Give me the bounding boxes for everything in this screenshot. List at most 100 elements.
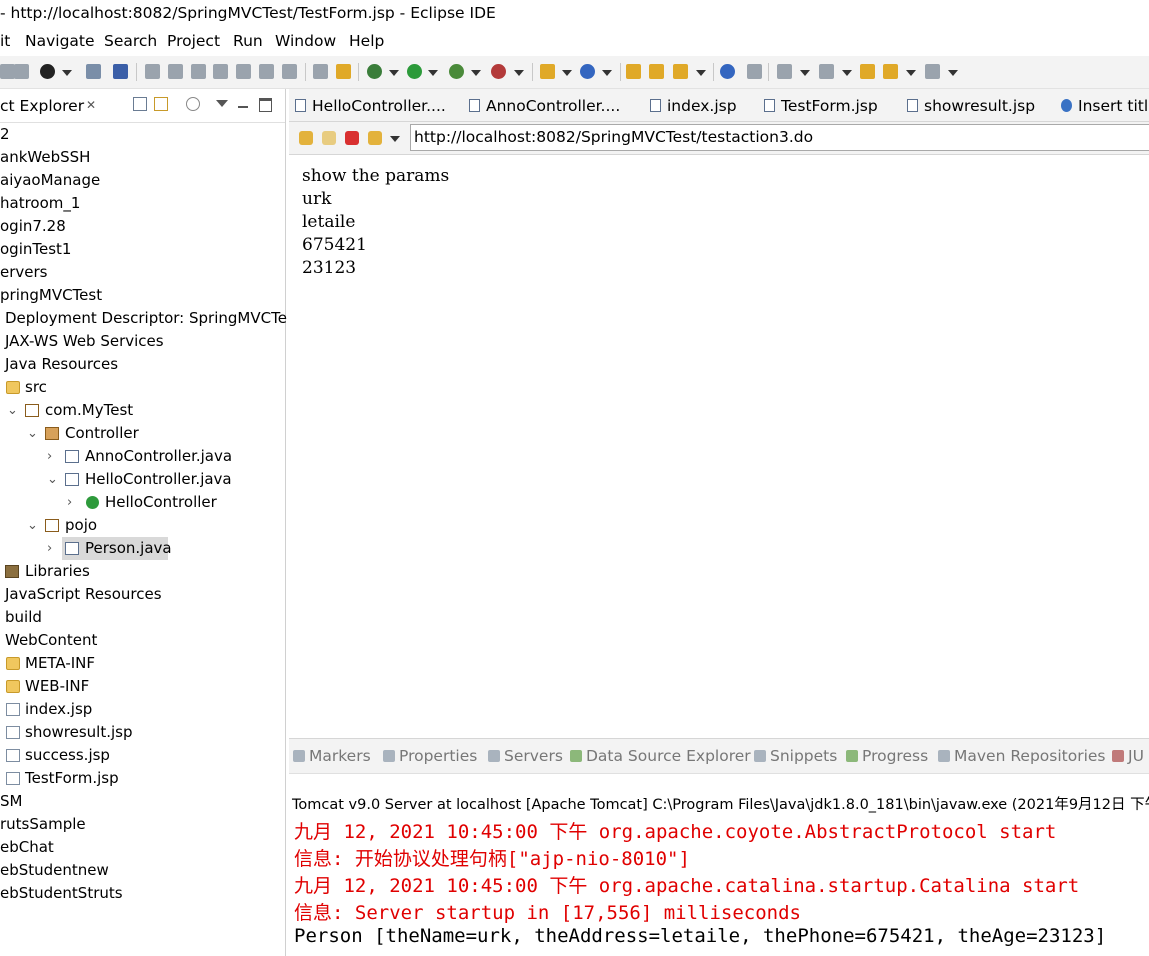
step-return-icon[interactable] — [282, 64, 297, 79]
chevron-down-icon[interactable] — [428, 70, 438, 76]
pin-icon[interactable] — [747, 64, 762, 79]
menu-edit[interactable]: it — [0, 32, 10, 50]
tree-item[interactable]: › HelloController — [0, 491, 285, 514]
menu-help[interactable]: Help — [349, 32, 384, 50]
filter-icon[interactable] — [186, 97, 200, 111]
tree-item[interactable]: Deployment Descriptor: SpringMVCTe — [0, 307, 287, 330]
search-run-icon[interactable] — [673, 64, 688, 79]
tree-item[interactable]: build — [0, 606, 285, 629]
tree-item[interactable]: ankWebSSH — [0, 146, 285, 169]
tree-item[interactable]: Libraries — [0, 560, 285, 583]
chevron-down-icon[interactable]: ⌄ — [7, 399, 18, 422]
tree-item[interactable]: ogin7.28 — [0, 215, 285, 238]
tab-index-jsp[interactable]: index.jsp — [650, 97, 737, 115]
project-explorer-title[interactable]: ct Explorer — [0, 97, 84, 115]
tree-item[interactable]: › Person.java — [0, 537, 285, 560]
tree-item[interactable]: META-INF — [0, 652, 285, 675]
chevron-down-icon[interactable] — [390, 136, 400, 142]
menu-run[interactable]: Run — [233, 32, 263, 50]
chevron-down-icon[interactable] — [948, 70, 958, 76]
chevron-down-icon[interactable] — [389, 70, 399, 76]
tab-junit[interactable]: JU — [1112, 747, 1144, 765]
tree-item[interactable]: ⌄ HelloController.java — [0, 468, 285, 491]
tree-item[interactable]: JavaScript Resources — [0, 583, 285, 606]
tree-item[interactable]: ⌄ com.MyTest — [0, 399, 285, 422]
tab-testform-jsp[interactable]: TestForm.jsp — [764, 97, 878, 115]
tab-data-source-explorer[interactable]: Data Source Explorer — [570, 747, 751, 765]
menu-project[interactable]: Project — [167, 32, 220, 50]
minimize-icon[interactable] — [238, 106, 248, 108]
tree-item[interactable]: index.jsp — [0, 698, 285, 721]
collapse-all-icon[interactable] — [133, 97, 147, 111]
format-icon[interactable] — [313, 64, 328, 79]
chevron-down-icon[interactable] — [800, 70, 810, 76]
save-all-icon[interactable] — [14, 64, 29, 79]
new-class-icon[interactable] — [580, 64, 595, 79]
chevron-right-icon[interactable]: › — [47, 537, 52, 560]
chevron-down-icon[interactable]: ⌄ — [47, 468, 58, 491]
chevron-down-icon[interactable] — [471, 70, 481, 76]
tree-item[interactable]: WEB-INF — [0, 675, 285, 698]
tree-item[interactable]: ⌄ pojo — [0, 514, 285, 537]
forward-icon[interactable] — [925, 64, 940, 79]
tab-snippets[interactable]: Snippets — [754, 747, 837, 765]
tab-markers[interactable]: Markers — [293, 747, 371, 765]
tab-annocontroller[interactable]: AnnoController.... — [469, 97, 620, 115]
stop-icon[interactable] — [345, 131, 359, 145]
tree-item[interactable]: ⌄ Controller — [0, 422, 285, 445]
chevron-down-icon[interactable] — [842, 70, 852, 76]
link-editor-icon[interactable] — [154, 97, 168, 111]
step-over-icon[interactable] — [259, 64, 274, 79]
chevron-down-icon[interactable]: ⌄ — [27, 422, 38, 445]
open-type-icon[interactable] — [626, 64, 641, 79]
chevron-down-icon[interactable] — [696, 70, 706, 76]
open-folder-icon[interactable] — [649, 64, 664, 79]
tree-item[interactable]: rutsSample — [0, 813, 285, 836]
run-server-icon[interactable] — [449, 64, 464, 79]
tree-item[interactable]: › AnnoController.java — [0, 445, 285, 468]
disconnect-icon[interactable] — [213, 64, 228, 79]
chevron-right-icon[interactable]: › — [47, 445, 52, 468]
url-input[interactable] — [414, 128, 1134, 146]
chevron-down-icon[interactable] — [514, 70, 524, 76]
terminate-icon[interactable] — [191, 64, 206, 79]
chevron-down-icon[interactable] — [562, 70, 572, 76]
tab-properties[interactable]: Properties — [383, 747, 477, 765]
tree-item[interactable]: ervers — [0, 261, 285, 284]
chevron-down-icon[interactable] — [906, 70, 916, 76]
chevron-down-icon[interactable] — [62, 70, 72, 76]
maximize-icon[interactable] — [259, 98, 272, 112]
tree-item[interactable]: Java Resources — [0, 353, 285, 376]
skip-breakpoints-icon[interactable] — [113, 64, 128, 79]
tree-item[interactable]: JAX-WS Web Services — [0, 330, 285, 353]
chevron-down-icon[interactable]: ⌄ — [27, 514, 38, 537]
tab-maven-repositories[interactable]: Maven Repositories — [938, 747, 1106, 765]
suspend-icon[interactable] — [168, 64, 183, 79]
url-bar[interactable] — [410, 124, 1149, 151]
lightning-icon[interactable] — [336, 64, 351, 79]
tree-item[interactable]: oginTest1 — [0, 238, 285, 261]
chevron-down-icon[interactable] — [602, 70, 612, 76]
back-icon[interactable] — [883, 64, 898, 79]
tree-item[interactable]: SM — [0, 790, 285, 813]
tree-item[interactable]: ebChat — [0, 836, 285, 859]
tree-item[interactable]: TestForm.jsp — [0, 767, 285, 790]
menu-search[interactable]: Search — [104, 32, 157, 50]
external-tools-icon[interactable] — [491, 64, 506, 79]
next-annotation-icon[interactable] — [777, 64, 792, 79]
step-into-icon[interactable] — [236, 64, 251, 79]
refresh-icon[interactable] — [368, 131, 382, 145]
user-icon[interactable] — [40, 64, 55, 79]
save-icon[interactable] — [0, 64, 15, 79]
last-edit-icon[interactable] — [860, 64, 875, 79]
run-icon[interactable] — [407, 64, 422, 79]
tree-item[interactable]: WebContent — [0, 629, 285, 652]
chevron-right-icon[interactable]: › — [67, 491, 72, 514]
tree-item[interactable]: showresult.jsp — [0, 721, 285, 744]
view-menu-icon[interactable] — [216, 100, 228, 107]
new-project-icon[interactable] — [540, 64, 555, 79]
resume-icon[interactable] — [145, 64, 160, 79]
close-icon[interactable]: ✕ — [86, 98, 96, 112]
tree-item[interactable]: src — [0, 376, 285, 399]
tree-item[interactable]: pringMVCTest — [0, 284, 285, 307]
